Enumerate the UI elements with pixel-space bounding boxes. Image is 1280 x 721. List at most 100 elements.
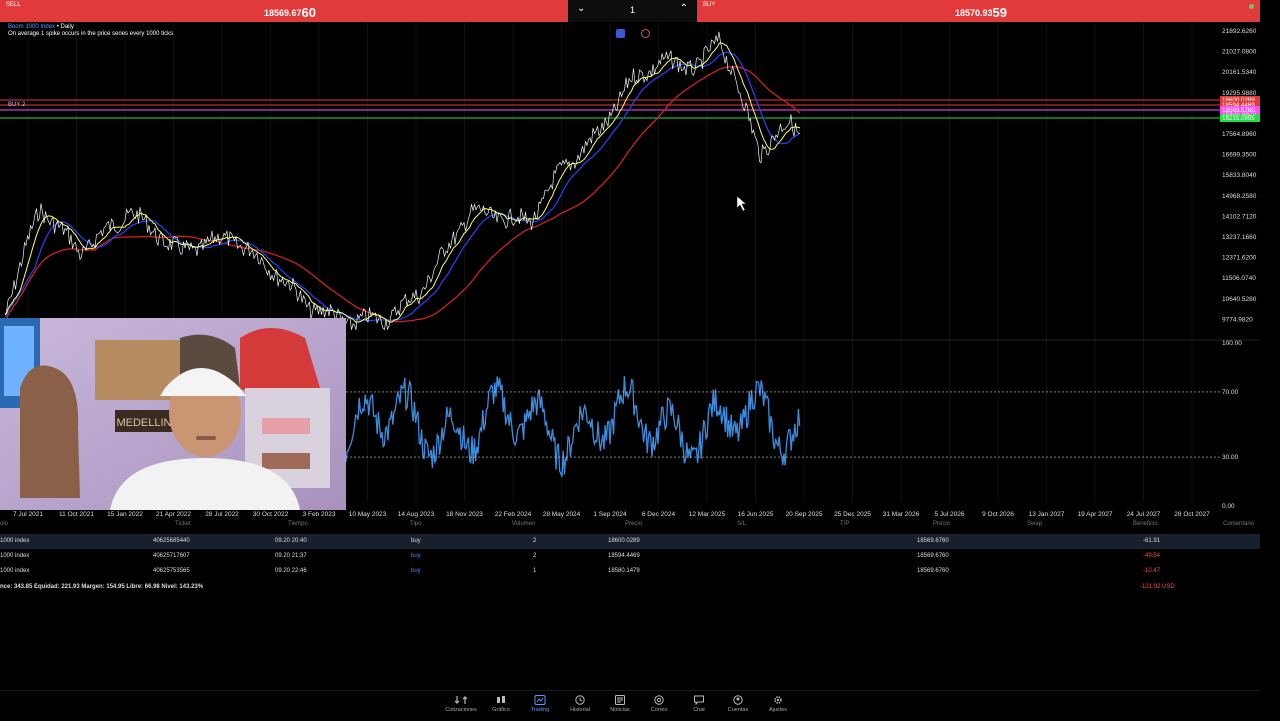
row-time: 09.20 22:46 [275,568,307,574]
col-ticket[interactable]: Ticket [175,521,191,527]
price-tick-label: 17564.8960 [1222,131,1257,138]
history-icon [575,695,585,705]
clock-icon[interactable] [641,29,650,38]
sell-price: 18569.6760 [264,5,317,20]
date-tick-label: 28 Jul 2022 [205,511,239,518]
date-tick-label: 16 Jun 2025 [738,511,774,518]
nav-accounts[interactable]: Cuentas [720,695,756,713]
col-price[interactable]: Precio [625,521,642,527]
row-profit: -10.47 [1143,568,1161,574]
table-row[interactable]: 1000 index 40625753565 09.20 22:46 buy 1… [0,564,1260,579]
row-profit: -61.91 [1143,538,1161,544]
table-row[interactable]: 1000 index 40625717607 09.20 21:37 buy 2… [0,549,1260,564]
date-tick-label: 20 Sep 2025 [786,511,823,518]
row-current-price: 18569.6760 [917,568,949,574]
oscillator-path [345,376,801,478]
chart-tool-icon[interactable] [616,29,625,38]
chart-icon [497,696,505,703]
date-axis: 7 Jul 2021 11 Oct 2021 15 Jan 2022 21 Apr 2… [13,511,1210,518]
date-tick-label: 7 Jul 2021 [13,511,43,518]
date-tick-label: 28 Oct 2027 [1174,511,1210,518]
chevron-up-icon[interactable]: ⌃ [680,3,688,14]
svg-text:MEDELLIN: MEDELLIN [116,417,171,429]
price-line [4,31,801,331]
date-tick-label: 21 Apr 2022 [156,511,191,518]
nav-trading[interactable]: Trading [522,695,558,713]
col-profit[interactable]: Beneficio [1133,521,1158,527]
volume-stepper[interactable]: ⌄ 1 ⌃ [569,0,696,22]
nav-news[interactable]: Noticias [602,695,638,713]
connection-status-icon [1249,4,1254,9]
total-profit: -121.92 USD [1140,584,1175,590]
date-tick-label: 10 May 2023 [349,511,387,518]
col-swap[interactable]: Swap [1027,521,1042,527]
date-tick-label: 9 Oct 2026 [982,511,1014,518]
chart-description: On average 1 spike occurs in the price s… [8,31,174,37]
price-tick-label: 9774.9820 [1222,316,1253,323]
price-tick-label: 19295.9880 [1222,90,1257,97]
date-tick-label: 6 Dec 2024 [642,511,676,518]
chart-symbol: Boom 1000 Index [8,24,56,30]
row-symbol: 1000 index [0,553,30,559]
sell-button[interactable]: SELL 18569.6760 [0,0,568,22]
nav-mail[interactable]: Correo [641,695,677,713]
quotes-icon [455,696,467,704]
col-volume[interactable]: Volumen [512,521,535,527]
date-tick-label: 13 Jan 2027 [1029,511,1065,518]
col-sl[interactable]: S/L [737,521,746,527]
nav-quotes[interactable]: Cotizaciones [443,695,479,713]
col-symbol[interactable]: olo [0,521,8,527]
positions-table: olo Ticket Tiempo Tipo Volumen Precio S/… [0,520,1260,574]
buy-button[interactable]: BUY 18570.9359 [697,0,1260,22]
table-header: olo Ticket Tiempo Tipo Volumen Precio S/… [0,520,1260,532]
table-row[interactable]: 1000 index 40625685440 09.20 20:40 buy 2… [0,534,1260,549]
row-time: 09.20 21:37 [275,553,307,559]
row-price: 18594.4469 [608,553,640,559]
date-tick-label: 3 Feb 2023 [303,511,336,518]
nav-settings[interactable]: Ajustes [760,695,796,713]
date-tick-label: 24 Jul 2027 [1127,511,1161,518]
date-tick-label: 30 Oct 2022 [253,511,289,518]
date-tick-label: 5 Jul 2026 [935,511,965,518]
col-time[interactable]: Tiempo [288,521,308,527]
row-ticket: 40625685440 [153,538,190,544]
col-type[interactable]: Tipo [410,521,421,527]
row-volume: 1 [533,568,537,574]
sell-label: SELL [6,2,21,8]
nav-chat[interactable]: Chat [681,695,717,713]
volume-value[interactable]: 1 [569,5,696,15]
date-tick-label: 22 Feb 2024 [495,511,532,518]
osc-tick-label: 30.00 [1222,454,1239,461]
col-comment[interactable]: Comentario [1223,521,1254,527]
price-tick-label: 12371.6200 [1222,255,1257,262]
price-tick-label: 16699.3500 [1222,152,1257,159]
buy-price: 18570.9359 [955,5,1008,20]
col-current-price[interactable]: Precio [933,521,950,527]
ma-mid-line [4,51,801,322]
row-current-price: 18569.6760 [917,553,949,559]
buy-position-tag[interactable]: BUY 2 [8,102,25,108]
nav-chart[interactable]: Gráfico [483,695,519,713]
date-tick-label: 1 Sep 2024 [593,511,627,518]
trading-icon [534,695,546,705]
price-tick-label: 11506.0740 [1222,275,1256,282]
ma-fast-line [4,42,801,323]
row-type: buy [411,538,421,544]
date-tick-label: 12 Mar 2025 [689,511,726,518]
price-tick-label: 20161.5340 [1222,69,1257,76]
date-tick-label: 25 Dec 2025 [834,511,871,518]
mail-icon [654,695,664,705]
date-tick-label: 31 Mar 2026 [883,511,920,518]
date-tick-label: 14 Aug 2023 [398,511,435,518]
nav-history[interactable]: Historial [562,695,598,713]
ma-fast-path [4,42,801,323]
price-tick-label: 21892.6260 [1222,28,1257,35]
nav-label: Historial [570,707,590,713]
col-tp[interactable]: T/P [840,521,849,527]
nav-label: Ajustes [768,707,788,713]
date-tick-label: 11 Oct 2021 [59,511,94,518]
nav-label: Cotizaciones [445,707,477,713]
osc-tick-label: 70.00 [1222,389,1239,396]
price-tick-label: 10640.5280 [1222,296,1257,303]
price-tick-label: 21027.0800 [1222,49,1257,56]
